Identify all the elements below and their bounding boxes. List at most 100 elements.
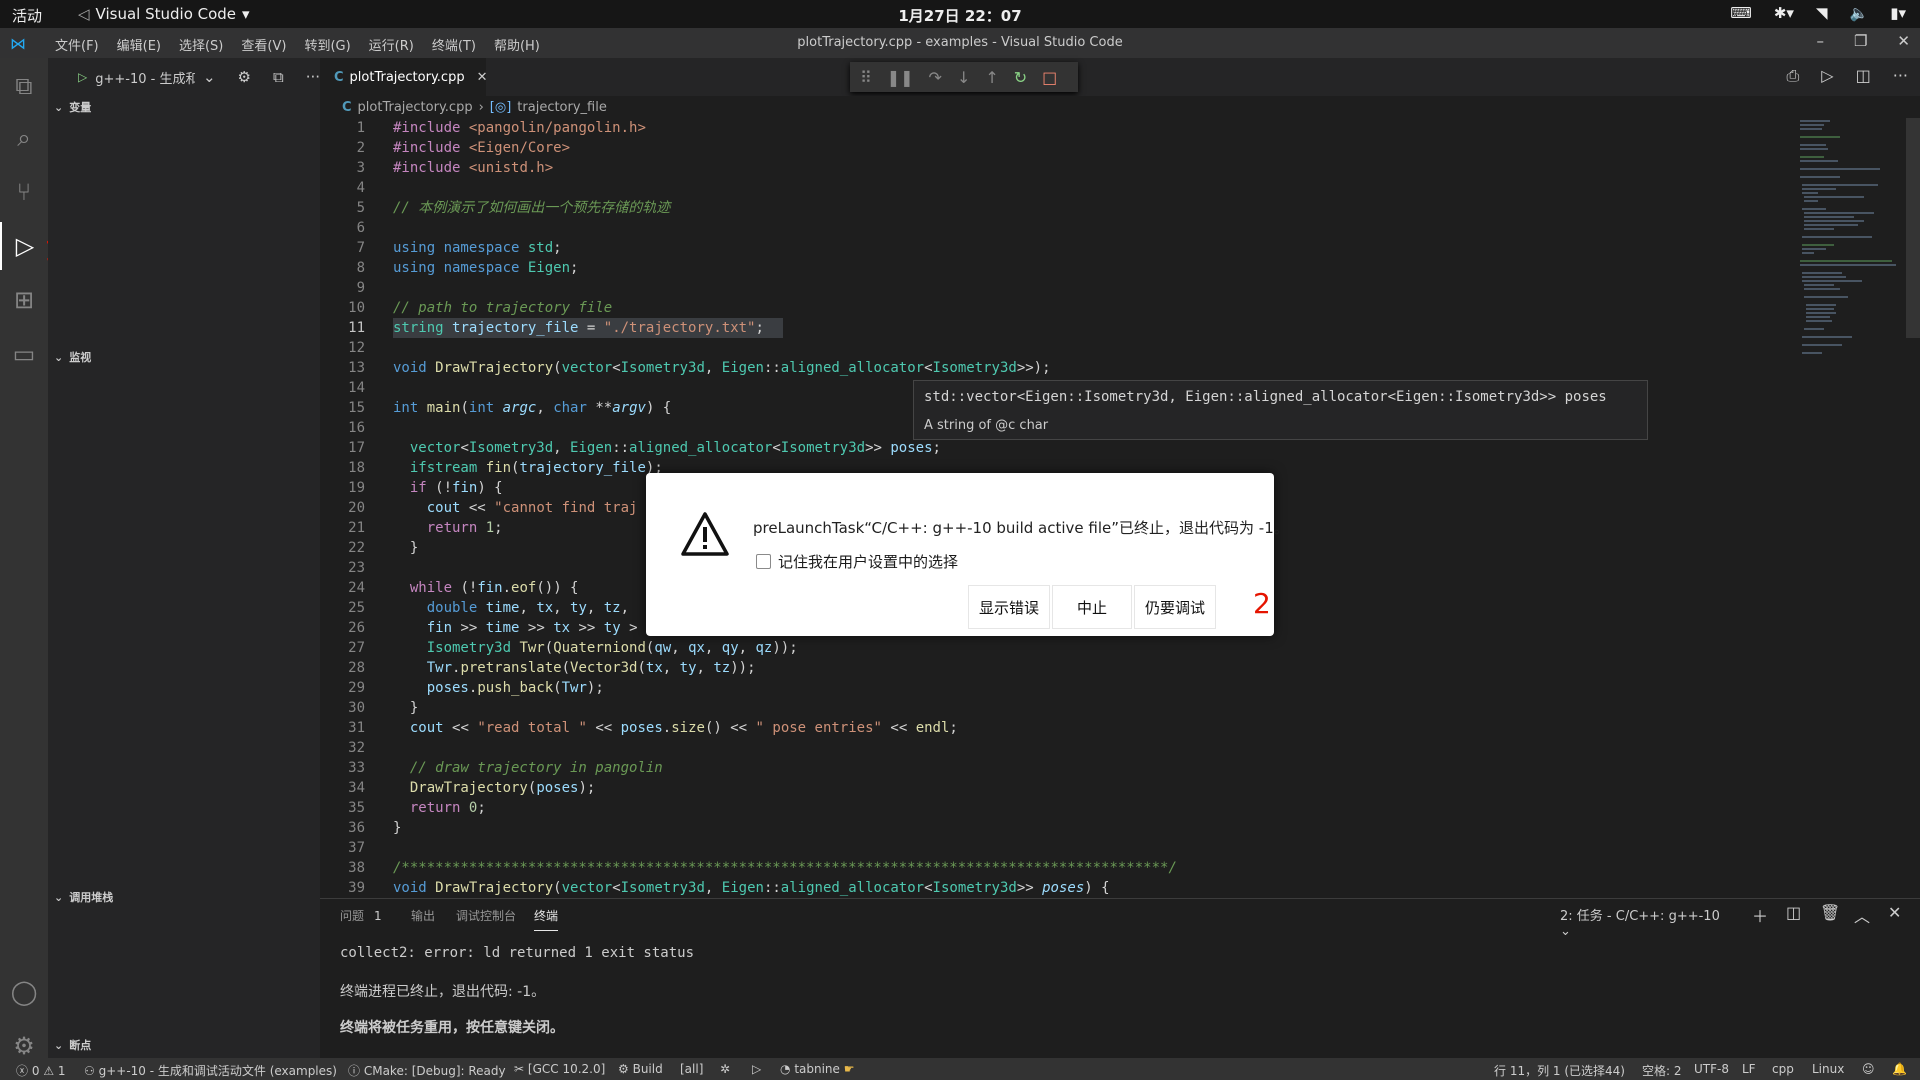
debug-anyway-button[interactable]: 仍要调试 xyxy=(1134,585,1216,629)
debug-launch-status[interactable]: ⚇ g++-10 - 生成和调试活动文件 (examples) xyxy=(84,1062,337,1079)
kit-status[interactable]: ✂ [GCC 10.2.0] xyxy=(514,1062,605,1076)
minimap[interactable] xyxy=(1796,118,1906,898)
window-controls: – ❐ ✕ xyxy=(1816,32,1910,50)
tab-label: plotTrajectory.cpp xyxy=(349,69,465,85)
menu-run[interactable]: 运行(R) xyxy=(360,35,423,54)
close-tab-icon[interactable]: ✕ xyxy=(477,70,488,85)
dialog-message: preLaunchTask“C/C++: g++-10 build active… xyxy=(753,519,1289,537)
run-debug-icon[interactable]: ▷ xyxy=(0,222,48,270)
minimize-icon[interactable]: – xyxy=(1816,32,1824,50)
search-icon[interactable]: ⌕ xyxy=(0,114,48,162)
tab-terminal[interactable]: 终端 xyxy=(534,907,559,931)
chevron-right-icon: › xyxy=(478,99,484,115)
menu-terminal[interactable]: 终端(T) xyxy=(423,35,485,54)
more-actions-icon[interactable]: ··· xyxy=(1893,66,1908,86)
prelaunch-error-dialog: preLaunchTask“C/C++: g++-10 build active… xyxy=(646,473,1289,636)
debug-icon: ⚇ xyxy=(84,1064,95,1078)
line-ending[interactable]: LF xyxy=(1742,1062,1756,1076)
system-tray[interactable]: ⌨ ✱▾ ◥ 🔈 ▮▾ xyxy=(1730,4,1906,22)
menu-edit[interactable]: 编辑(E) xyxy=(108,35,170,54)
vscode-logo-icon: ⋈ xyxy=(10,34,26,53)
clock[interactable]: 1月27日 22：07 xyxy=(0,5,1920,26)
kill-terminal-icon[interactable]: 🗑 xyxy=(1820,903,1840,922)
menu-selection[interactable]: 选择(S) xyxy=(170,35,232,54)
menu-view[interactable]: 查看(V) xyxy=(232,35,295,54)
debug-bug-icon[interactable]: ✲ xyxy=(720,1062,730,1076)
section-breakpoints[interactable]: ⌄ 断点 xyxy=(48,1034,320,1056)
settings-gear-icon[interactable]: ⚙ xyxy=(238,68,251,86)
editor-scrollbar[interactable] xyxy=(1906,118,1920,338)
pause-icon[interactable]: ❚❚ xyxy=(887,68,914,87)
tab-plottrajectory[interactable]: C plotTrajectory.cpp ✕ xyxy=(320,58,488,96)
step-out-icon[interactable]: ↑ xyxy=(985,68,998,87)
explorer-icon[interactable]: ⧉ xyxy=(0,62,48,110)
language-mode[interactable]: cpp xyxy=(1772,1062,1794,1076)
os-indicator[interactable]: Linux xyxy=(1812,1062,1844,1076)
tab-problems-label: 问题 xyxy=(340,909,365,923)
source-control-icon[interactable]: ⑂ xyxy=(0,168,48,216)
volume-icon[interactable]: 🔈 xyxy=(1850,4,1869,22)
split-editor-icon[interactable]: ◫ xyxy=(1856,66,1871,86)
build-button[interactable]: ⚙ Build xyxy=(618,1062,663,1076)
remote-explorer-icon[interactable]: ▭ xyxy=(0,330,48,378)
breadcrumb-symbol[interactable]: trajectory_file xyxy=(517,100,607,115)
battery-icon[interactable]: ▮▾ xyxy=(1890,4,1906,22)
keyboard-icon[interactable]: ⌨ xyxy=(1730,4,1752,22)
start-debugging-icon[interactable]: ▷ xyxy=(78,70,87,84)
show-errors-button[interactable]: 显示错误 xyxy=(968,585,1050,629)
abort-button[interactable]: 中止 xyxy=(1052,585,1132,629)
cursor-position[interactable]: 行 11，列 1 (已选择44) xyxy=(1494,1062,1625,1079)
problems-status[interactable]: ⓧ 0 ⚠ 1 xyxy=(16,1062,66,1079)
maximize-panel-icon[interactable]: ︿ xyxy=(1854,903,1870,927)
cmake-status[interactable]: ⓘ CMake: [Debug]: Ready xyxy=(348,1062,506,1079)
section-variables-label: 变量 xyxy=(69,101,92,114)
tab-output[interactable]: 输出 xyxy=(411,907,435,924)
notifications-bell-icon[interactable]: 🔔 xyxy=(1892,1062,1907,1076)
section-callstack[interactable]: ⌄ 调用堆栈 xyxy=(48,886,320,908)
build-target[interactable]: [all] xyxy=(680,1062,703,1076)
stop-icon[interactable]: □ xyxy=(1042,68,1057,87)
breadcrumb-file[interactable]: plotTrajectory.cpp xyxy=(358,100,473,115)
encoding[interactable]: UTF-8 xyxy=(1694,1062,1729,1076)
tabnine-status[interactable]: ◔ tabnine ☛ xyxy=(780,1062,855,1076)
close-icon[interactable]: ✕ xyxy=(1897,32,1910,50)
menu-file[interactable]: 文件(F) xyxy=(46,35,108,54)
debug-console-icon[interactable]: ⧉ xyxy=(273,68,284,86)
chevron-down-icon: ⌄ xyxy=(54,100,64,114)
more-actions-icon[interactable]: ··· xyxy=(306,68,320,86)
breadcrumb: C plotTrajectory.cpp › [◎] trajectory_fi… xyxy=(320,96,1920,118)
section-variables[interactable]: ⌄ 变量 xyxy=(48,96,320,118)
hover-doc: A string of @c char xyxy=(924,418,1049,433)
remember-choice[interactable]: 记住我在用户设置中的选择 xyxy=(756,551,958,572)
feedback-icon[interactable]: ☺ xyxy=(1862,1062,1875,1076)
run-file-icon[interactable]: ▷ xyxy=(1821,66,1833,86)
indentation[interactable]: 空格: 2 xyxy=(1642,1062,1682,1079)
new-terminal-icon[interactable]: ＋ xyxy=(1752,903,1768,927)
restore-icon[interactable]: ❐ xyxy=(1854,32,1867,50)
tab-debug-console[interactable]: 调试控制台 xyxy=(456,907,516,924)
cpp-file-icon: C xyxy=(334,69,344,85)
split-terminal-icon[interactable]: ◫ xyxy=(1786,903,1801,922)
drag-handle-icon[interactable]: ⠿ xyxy=(860,68,872,87)
accessibility-icon[interactable]: ✱▾ xyxy=(1774,4,1794,22)
close-panel-icon[interactable]: ✕ xyxy=(1888,903,1901,922)
chevron-down-icon[interactable]: ⌄ xyxy=(203,68,216,86)
restart-icon[interactable]: ↻ xyxy=(1014,68,1027,87)
terminal-select[interactable]: 2: 任务 - C/C++: g++-10 ⌄ xyxy=(1560,905,1728,939)
step-over-icon[interactable]: ↷ xyxy=(929,68,942,87)
tab-problems[interactable]: 问题 1 xyxy=(340,907,382,924)
hand-icon: ☛ xyxy=(843,1062,855,1076)
menu-help[interactable]: 帮助(H) xyxy=(485,35,549,54)
run-play-icon[interactable]: ▷ xyxy=(752,1062,761,1076)
section-watch[interactable]: ⌄ 监视 xyxy=(48,346,320,368)
warning-icon: ⚠ xyxy=(43,1064,55,1078)
step-into-icon[interactable]: ↓ xyxy=(957,68,970,87)
wifi-icon[interactable]: ◥ xyxy=(1816,4,1828,22)
debug-config-select[interactable]: g++-10 - 生成和 xyxy=(95,68,195,87)
menu-go[interactable]: 转到(G) xyxy=(295,35,359,54)
save-compare-icon[interactable]: ⎙ xyxy=(1786,66,1799,86)
account-icon[interactable]: ◯ xyxy=(0,968,48,1016)
remember-checkbox[interactable] xyxy=(756,554,771,569)
build-label: Build xyxy=(632,1062,663,1076)
extensions-icon[interactable]: ⊞ xyxy=(0,276,48,324)
